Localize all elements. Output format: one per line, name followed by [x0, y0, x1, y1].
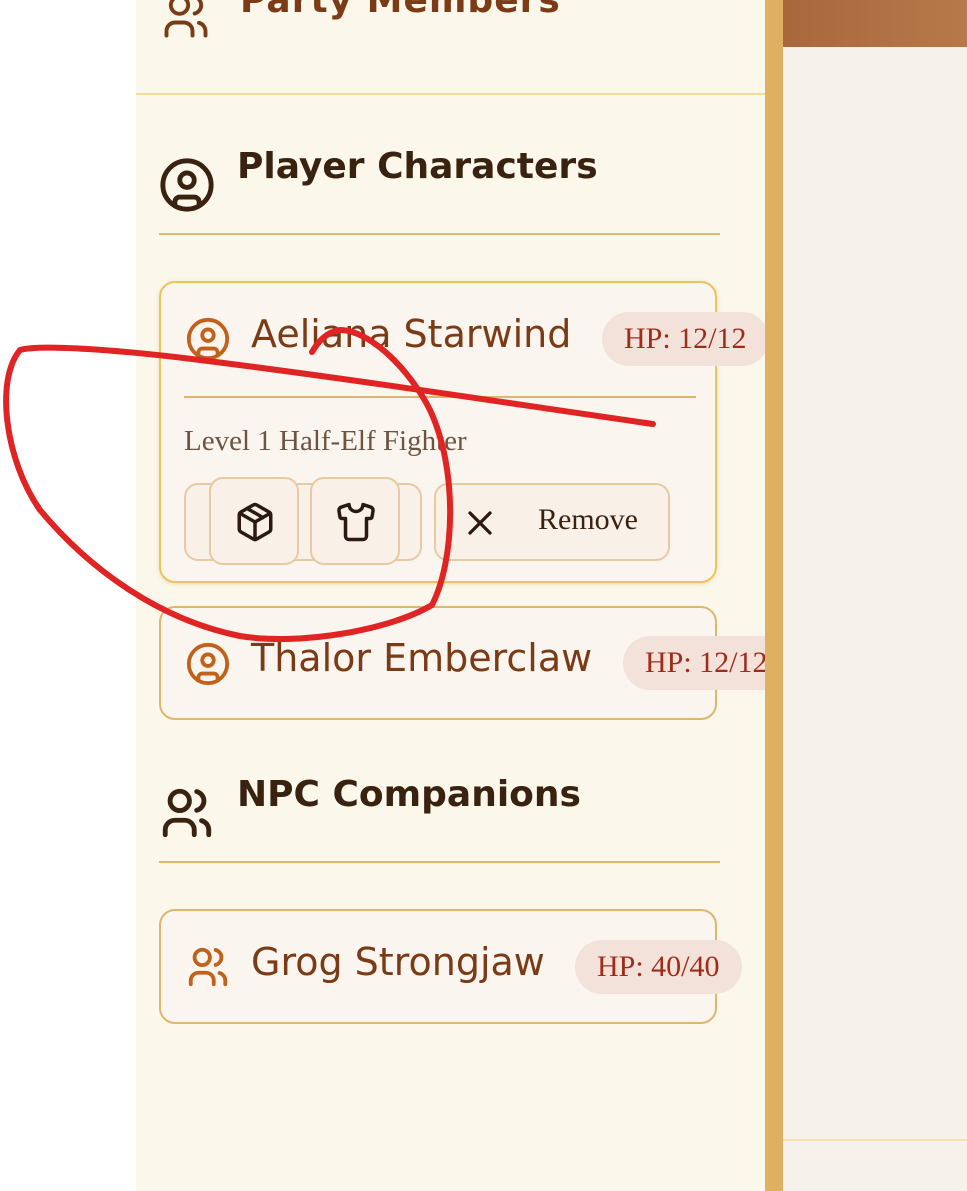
shirt-icon	[335, 501, 377, 543]
main-header-bar	[783, 0, 967, 47]
section-divider	[159, 233, 720, 235]
remove-label: Remove	[538, 503, 638, 536]
users-icon	[185, 944, 231, 990]
party-panel: Party Members Player Characters Aeliana …	[136, 0, 790, 1191]
companion-name: Grog Strongjaw	[251, 940, 545, 984]
user-circle-icon	[185, 316, 231, 362]
panel-resize-handle[interactable]	[765, 0, 783, 1191]
card-divider	[184, 396, 696, 398]
player-characters-heading: Player Characters	[237, 146, 598, 187]
character-card-thalor[interactable]: Thalor Emberclaw HP: 12/12	[159, 606, 790, 720]
panel-header: Party Members	[136, 0, 765, 95]
character-name: Thalor Emberclaw	[251, 636, 593, 680]
character-description: Level 1 Half-Elf Fighter	[184, 425, 467, 457]
package-icon	[234, 501, 276, 543]
hp-badge: HP: 12/12	[602, 312, 769, 366]
character-card-aeliana[interactable]: Aeliana Starwind HP: 12/12 Level 1 Half-…	[159, 281, 769, 583]
hp-badge: HP: 40/40	[575, 940, 742, 994]
close-icon	[460, 503, 500, 543]
users-icon	[160, 0, 212, 42]
section-divider	[159, 861, 720, 863]
companion-card-grog[interactable]: Grog Strongjaw HP: 40/40	[159, 909, 742, 1024]
user-circle-icon	[185, 641, 231, 687]
inventory-button[interactable]	[209, 477, 299, 565]
npc-companions-heading: NPC Companions	[237, 774, 581, 815]
main-footer-divider	[783, 1139, 967, 1141]
main-content-area	[783, 0, 967, 1191]
equipment-button[interactable]	[310, 477, 400, 565]
character-name: Aeliana Starwind	[251, 312, 572, 356]
users-icon	[158, 784, 216, 842]
user-circle-icon	[158, 156, 216, 214]
panel-title: Party Members	[240, 0, 561, 21]
remove-button[interactable]: Remove	[434, 483, 670, 561]
